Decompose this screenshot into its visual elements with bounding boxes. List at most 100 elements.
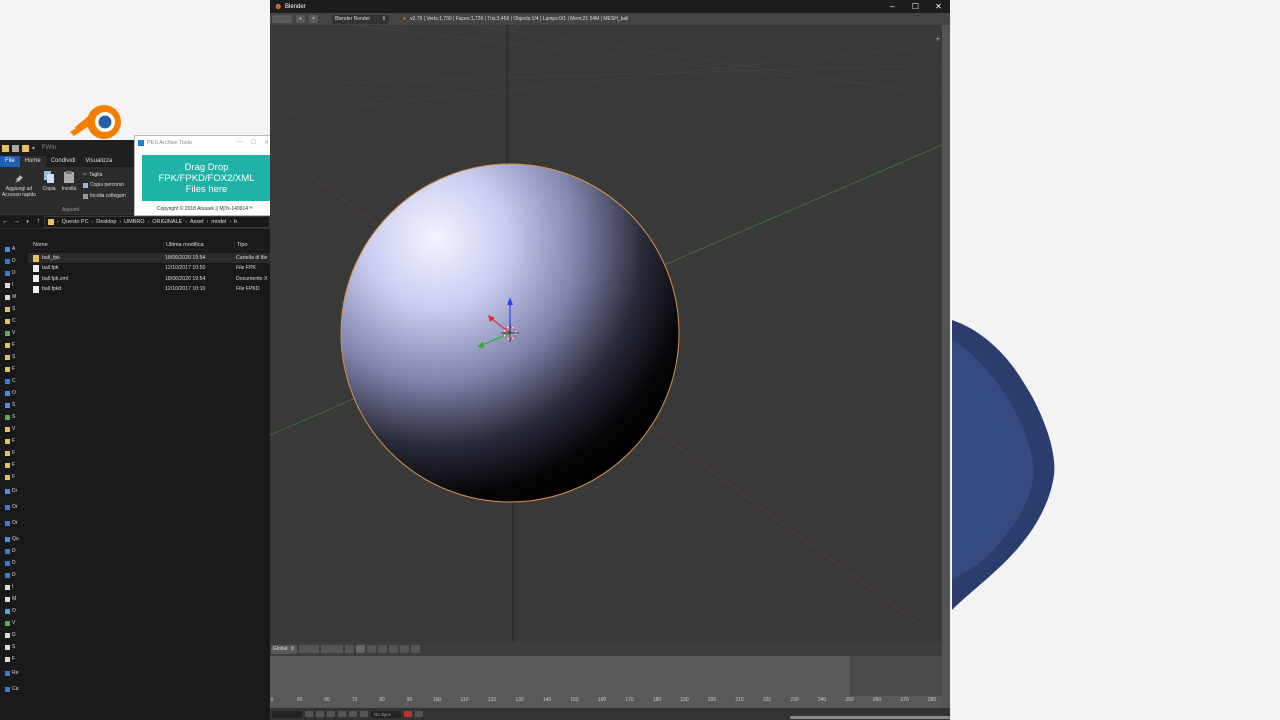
nav-pane-item[interactable]: C [5, 317, 23, 325]
proportional-edit-icon[interactable] [377, 645, 387, 653]
properties-icon[interactable] [12, 144, 19, 152]
nav-pane-item[interactable]: V [5, 425, 23, 433]
blender-desktop-icon[interactable] [68, 98, 126, 142]
nav-pane-item[interactable]: M [5, 595, 23, 603]
minimize-icon[interactable]: – [881, 0, 904, 13]
transform-orientation-select[interactable]: Global ⇕ [271, 644, 297, 654]
back-arrow-icon[interactable]: ← [0, 218, 11, 225]
breadcrumb-item[interactable]: Asset [190, 219, 204, 225]
prev-keyframe-icon[interactable] [316, 711, 324, 717]
column-header-date[interactable]: Ultima modifica [163, 241, 234, 248]
nav-pane-item[interactable]: Ca [5, 685, 23, 693]
tab-view[interactable]: Visualizza [80, 156, 117, 167]
copy-path-button[interactable]: Copia percorso [83, 182, 124, 188]
nav-pane-item[interactable]: F [5, 437, 23, 445]
file-row[interactable]: ball.fpkd 12/10/2017 10:10 File FPKD [28, 284, 270, 294]
nav-pane-item[interactable]: D [5, 257, 23, 265]
breadcrumb-item[interactable]: Desktop [96, 219, 116, 225]
jump-start-icon[interactable] [305, 711, 313, 717]
paste-link-button[interactable]: Incolla collegam [83, 193, 126, 199]
close-icon[interactable]: ✕ [264, 139, 269, 146]
nav-pane-item[interactable]: V [5, 619, 23, 627]
nav-pane-item[interactable]: Or [5, 519, 23, 527]
3d-viewport[interactable]: + [270, 25, 942, 642]
breadcrumb-item[interactable]: b [234, 219, 237, 225]
breadcrumb-item[interactable]: Questo PC [62, 219, 89, 225]
tab-file[interactable]: File [0, 156, 20, 167]
pivot-icon[interactable] [388, 645, 398, 653]
nav-pane-item[interactable]: I [5, 583, 23, 591]
maximize-icon[interactable]: ☐ [251, 139, 256, 146]
nav-pane-item[interactable]: D [5, 631, 23, 639]
frame-field[interactable] [272, 710, 302, 718]
nav-pane-item[interactable]: Qu [5, 535, 23, 543]
minimize-icon[interactable]: — [237, 139, 243, 146]
maximize-icon[interactable]: ☐ [904, 0, 927, 13]
nav-pane-item[interactable]: S [5, 305, 23, 313]
lock-icon[interactable] [344, 645, 354, 653]
timeline-scrollbar[interactable] [790, 716, 950, 719]
nav-pane-item[interactable]: D [5, 571, 23, 579]
close-icon[interactable]: ✕ [927, 0, 950, 13]
file-row[interactable]: ball_fpk 18/06/2020 19:54 Cartella di fi… [28, 253, 270, 264]
nav-pane-item[interactable]: F [5, 365, 23, 373]
opengl-render-icon[interactable] [399, 645, 409, 653]
quick-access-dropdown-icon[interactable]: ▾ [32, 145, 35, 152]
breadcrumb-item[interactable]: model [211, 219, 226, 225]
column-header-type[interactable]: Tipo [234, 241, 270, 248]
next-keyframe-icon[interactable] [349, 711, 357, 717]
nav-pane-item[interactable]: F [5, 461, 23, 469]
paste-button[interactable]: Incolla [60, 170, 78, 192]
play-icon[interactable] [338, 711, 346, 717]
cut-button[interactable]: ✂ Taglia [83, 172, 102, 178]
nav-pane-item[interactable]: A [5, 245, 23, 253]
record-icon[interactable] [404, 711, 412, 717]
properties-region-edge[interactable] [942, 25, 950, 715]
nav-pane-item[interactable]: V [5, 329, 23, 337]
nav-pane-item[interactable]: S [5, 401, 23, 409]
tab-home[interactable]: Home [19, 156, 46, 167]
address-bar[interactable]: › Questo PC › Desktop › UMBRO › ORIGINAL… [44, 215, 270, 228]
up-arrow-icon[interactable]: ↑ [33, 218, 44, 225]
nav-pane-item[interactable]: Or [5, 503, 23, 511]
file-row[interactable]: ball.fpk.xml 18/06/2020 19:54 Documento … [28, 274, 270, 284]
layers-button[interactable] [320, 645, 343, 653]
copy-button[interactable]: Copia [40, 170, 58, 192]
forward-arrow-icon[interactable]: → [11, 218, 22, 225]
snap-icon[interactable] [366, 645, 376, 653]
nav-pane-item[interactable]: D [5, 547, 23, 555]
recent-dropdown-icon[interactable]: ▾ [22, 219, 33, 225]
screen-remove-button[interactable]: × [309, 15, 318, 23]
jump-end-icon[interactable] [360, 711, 368, 717]
pin-quick-access-button[interactable]: Aggiungi ad Accesso rapido [0, 174, 38, 198]
nav-pane-item[interactable]: S [5, 643, 23, 651]
sync-mode-select[interactable]: No Sync [371, 710, 401, 718]
drop-zone[interactable]: Drag Drop FPK/FPKD/FOX2/XML Files here [142, 155, 271, 201]
nav-pane-item[interactable]: M [5, 293, 23, 301]
nav-pane-item[interactable]: C [5, 377, 23, 385]
animation-render-icon[interactable] [410, 645, 420, 653]
breadcrumb-item[interactable]: UMBRO [124, 219, 144, 225]
nav-pane-item[interactable]: F [5, 341, 23, 349]
column-header-name[interactable]: Nome [28, 242, 163, 248]
layers-button[interactable] [298, 645, 319, 653]
nav-pane-item[interactable]: O [5, 607, 23, 615]
properties-toggle-icon[interactable]: + [935, 35, 941, 43]
nav-pane-item[interactable]: D [5, 269, 23, 277]
render-icon[interactable] [355, 645, 365, 653]
new-folder-icon[interactable] [22, 144, 29, 152]
nav-pane-item[interactable]: F [5, 449, 23, 457]
nav-pane-item[interactable]: D [5, 559, 23, 567]
nav-pane-item[interactable]: I [5, 281, 23, 289]
breadcrumb-item[interactable]: ORIGINALE [152, 219, 182, 225]
nav-pane-item[interactable]: S [5, 353, 23, 361]
nav-pane-item[interactable]: S [5, 413, 23, 421]
timeline-editor[interactable]: 0 50 60 70 80 90 100 110 120 130 140 150 160 170 180 19… [270, 656, 942, 708]
nav-pane-item[interactable]: F [5, 473, 23, 481]
frame-ruler[interactable]: 0 50 60 70 80 90 100 110 120 130 140 150 160 170 180 19… [270, 696, 942, 704]
nav-pane-item[interactable]: Re [5, 669, 23, 677]
render-engine-select[interactable]: Blender Render ⇕ [332, 14, 389, 24]
nav-pane-item[interactable]: Dr [5, 487, 23, 495]
screen-add-button[interactable]: + [296, 15, 305, 23]
file-row[interactable]: ball.fpk 12/10/2017 10:50 File FPK [28, 263, 270, 273]
